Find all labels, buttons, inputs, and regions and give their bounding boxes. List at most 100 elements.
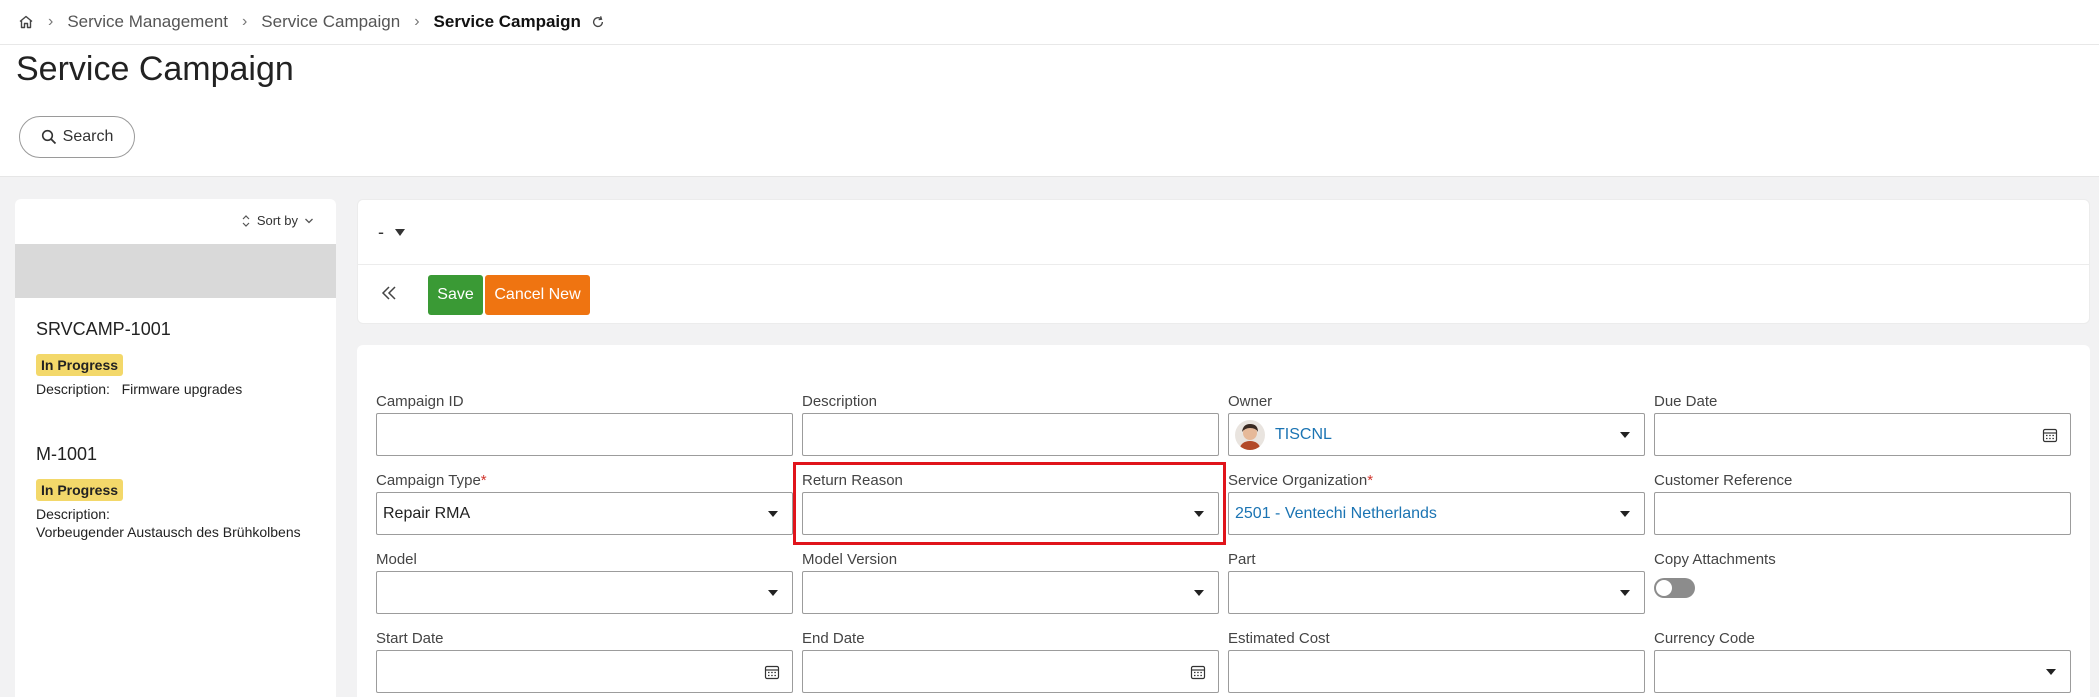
page-title: Service Campaign <box>16 50 294 88</box>
description-input[interactable] <box>802 413 1219 456</box>
customer-reference-field: Customer Reference <box>1654 472 2071 535</box>
record-title: - <box>378 222 406 243</box>
chevron-right-icon: › <box>414 13 420 30</box>
page-header: › Service Management › Service Campaign … <box>0 0 2099 177</box>
customer-reference-input[interactable] <box>1654 492 2071 535</box>
record-header-card: - Save Cancel New <box>357 199 2090 324</box>
calendar-icon[interactable] <box>1190 664 1206 680</box>
list-item-description: Description: Firmware upgrades <box>36 380 326 398</box>
header-divider <box>0 44 2099 45</box>
caret-down-icon <box>768 590 778 596</box>
record-list-panel: Sort by SRVCAMP-1001 In Progress Descrip… <box>15 199 336 697</box>
copy-attachments-field: Copy Attachments <box>1654 551 2071 598</box>
campaign-id-field: Campaign ID <box>376 393 793 456</box>
estimated-cost-input[interactable] <box>1228 650 1645 693</box>
home-icon[interactable] <box>18 14 34 30</box>
caret-down-icon <box>1620 590 1630 596</box>
end-date-label: End Date <box>802 630 865 647</box>
campaign-type-value: Repair RMA <box>383 504 471 522</box>
sort-by-control[interactable]: Sort by <box>241 213 314 228</box>
part-label: Part <box>1228 551 1256 568</box>
service-organization-label: Service Organization* <box>1228 472 1374 489</box>
service-organization-value: 2501 - Ventechi Netherlands <box>1235 504 1437 522</box>
status-badge: In Progress <box>36 479 124 501</box>
search-button-label: Search <box>62 128 114 145</box>
caret-down-icon <box>768 511 778 517</box>
estimated-cost-label: Estimated Cost <box>1228 630 1330 647</box>
search-icon <box>41 129 56 145</box>
refresh-icon[interactable] <box>591 15 605 29</box>
return-reason-field: Return Reason <box>802 472 1219 535</box>
description-label: Description: <box>36 381 110 397</box>
description-label: Description <box>802 393 878 410</box>
currency-code-field: Currency Code <box>1654 630 2071 693</box>
due-date-label: Due Date <box>1654 393 1718 410</box>
model-label: Model <box>376 551 417 568</box>
list-item[interactable]: M-1001 In Progress Description: Vorbeuge… <box>36 444 326 541</box>
breadcrumb-service-management[interactable]: Service Management <box>67 12 228 32</box>
calendar-icon[interactable] <box>2042 427 2058 443</box>
calendar-icon[interactable] <box>764 664 780 680</box>
description-label: Description: <box>36 506 110 522</box>
caret-down-icon <box>2046 669 2056 675</box>
chevron-down-icon <box>305 218 313 223</box>
estimated-cost-field: Estimated Cost <box>1228 630 1645 693</box>
customer-reference-label: Customer Reference <box>1654 472 1793 489</box>
campaign-type-select[interactable]: Repair RMA <box>376 492 793 535</box>
chevron-right-icon: › <box>241 13 248 30</box>
owner-field: Owner TISCNL <box>1228 393 1645 456</box>
collapse-panel-icon[interactable] <box>380 284 398 302</box>
caret-down-icon <box>1620 511 1630 517</box>
toggle-knob <box>1656 580 1672 596</box>
currency-code-label: Currency Code <box>1654 630 1755 647</box>
cancel-new-button[interactable]: Cancel New <box>485 275 590 315</box>
record-title-text: - <box>378 222 384 242</box>
sort-icon <box>242 214 250 227</box>
required-marker: * <box>480 472 487 489</box>
model-version-label: Model Version <box>802 551 898 568</box>
status-badge: In Progress <box>36 354 124 376</box>
description-value: Firmware upgrades <box>121 381 243 397</box>
return-reason-label: Return Reason <box>802 472 903 489</box>
copy-attachments-toggle[interactable] <box>1654 578 1695 598</box>
copy-attachments-label: Copy Attachments <box>1654 551 1776 568</box>
end-date-input[interactable] <box>802 650 1219 693</box>
due-date-input[interactable] <box>1654 413 2071 456</box>
list-item-title: M-1001 <box>36 444 98 464</box>
owner-label: Owner <box>1228 393 1273 410</box>
currency-code-select[interactable] <box>1654 650 2071 693</box>
sort-by-label: Sort by <box>256 213 298 228</box>
breadcrumb: › Service Management › Service Campaign … <box>18 12 605 32</box>
campaign-id-input[interactable] <box>376 413 793 456</box>
start-date-input[interactable] <box>376 650 793 693</box>
campaign-id-label: Campaign ID <box>376 393 464 410</box>
due-date-field: Due Date <box>1654 393 2071 456</box>
return-reason-select[interactable] <box>802 492 1219 535</box>
save-button[interactable]: Save <box>428 275 483 315</box>
part-select[interactable] <box>1228 571 1645 614</box>
campaign-type-field: Campaign Type* Repair RMA <box>376 472 793 535</box>
search-button[interactable]: Search <box>19 116 135 158</box>
service-organization-field: Service Organization* 2501 - Ventechi Ne… <box>1228 472 1645 535</box>
start-date-label: Start Date <box>376 630 444 647</box>
end-date-field: End Date <box>802 630 1219 693</box>
caret-down-icon <box>1620 432 1630 438</box>
required-marker: * <box>1367 472 1374 489</box>
chevron-right-icon: › <box>48 13 54 30</box>
list-selected-placeholder[interactable] <box>15 244 336 298</box>
description-field: Description <box>802 393 1219 456</box>
owner-select[interactable]: TISCNL <box>1228 413 1645 456</box>
caret-down-icon <box>1194 590 1204 596</box>
list-item[interactable]: SRVCAMP-1001 In Progress Description: Fi… <box>36 319 326 398</box>
description-value: Vorbeugender Austausch des Brühkolbens <box>36 524 301 540</box>
start-date-field: Start Date <box>376 630 793 693</box>
service-organization-select[interactable]: 2501 - Ventechi Netherlands <box>1228 492 1645 535</box>
model-field: Model <box>376 551 793 614</box>
model-select[interactable] <box>376 571 793 614</box>
breadcrumb-service-campaign[interactable]: Service Campaign <box>261 12 400 32</box>
model-version-select[interactable] <box>802 571 1219 614</box>
list-item-description: Description: Vorbeugender Austausch des … <box>36 505 326 541</box>
caret-down-icon <box>1194 511 1204 517</box>
part-field: Part <box>1228 551 1645 614</box>
caret-down-icon[interactable] <box>394 228 406 238</box>
